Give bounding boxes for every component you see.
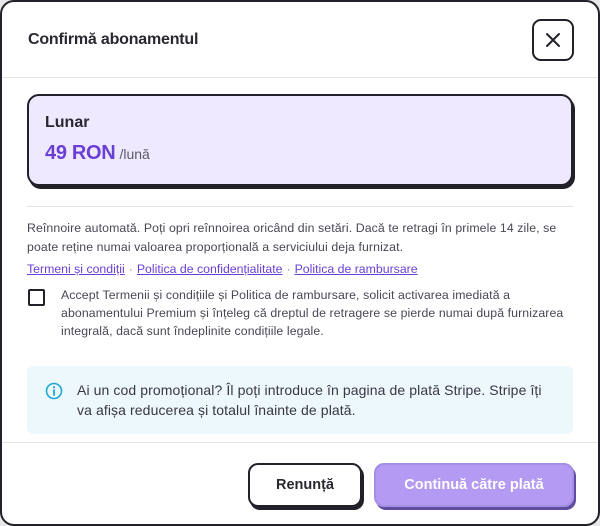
plan-price: 49 RON xyxy=(45,142,116,164)
plan-period: /lună xyxy=(119,146,150,162)
promo-info-text: Ai un cod promoțional? Îl poți introduce… xyxy=(77,382,542,418)
subscription-confirm-dialog: Confirmă abonamentul Lunar 49 RON /lună … xyxy=(0,0,600,526)
link-separator: · xyxy=(286,262,291,276)
privacy-link[interactable]: Politica de confidențialitate xyxy=(137,262,283,276)
dialog-header: Confirmă abonamentul xyxy=(2,2,598,78)
legal-links: Termeni și condiții · Politica de confiden… xyxy=(27,262,573,276)
dialog-body: Lunar 49 RON /lună Reînnoire automată. P… xyxy=(2,78,598,434)
plan-name: Lunar xyxy=(45,114,90,131)
renewal-notice: Reînnoire automată. Poți opri reînnoirea… xyxy=(27,221,557,254)
dialog-footer: Renunță Continuă către plată xyxy=(2,442,598,524)
info-icon xyxy=(45,382,63,400)
terms-link[interactable]: Termeni și condiții xyxy=(27,262,125,276)
link-separator: · xyxy=(128,262,133,276)
plan-price-row: 49 RON /lună xyxy=(45,142,555,165)
consent-text: Accept Termenii și condițiile și Politic… xyxy=(61,288,564,338)
promo-info-box: Ai un cod promoțional? Îl poți introduce… xyxy=(27,366,573,434)
cancel-button[interactable]: Renunță xyxy=(248,463,362,507)
consent-row: Accept Termenii și condițiile și Politic… xyxy=(27,286,573,340)
plan-card[interactable]: Lunar 49 RON /lună xyxy=(27,94,573,186)
continue-to-payment-button[interactable]: Continuă către plată xyxy=(374,463,574,507)
close-button[interactable] xyxy=(532,18,574,61)
dialog-title: Confirmă abonamentul xyxy=(28,30,199,48)
consent-checkbox[interactable] xyxy=(28,289,45,306)
divider xyxy=(27,206,573,207)
close-icon xyxy=(546,32,560,47)
refund-link[interactable]: Politica de rambursare xyxy=(295,262,418,276)
